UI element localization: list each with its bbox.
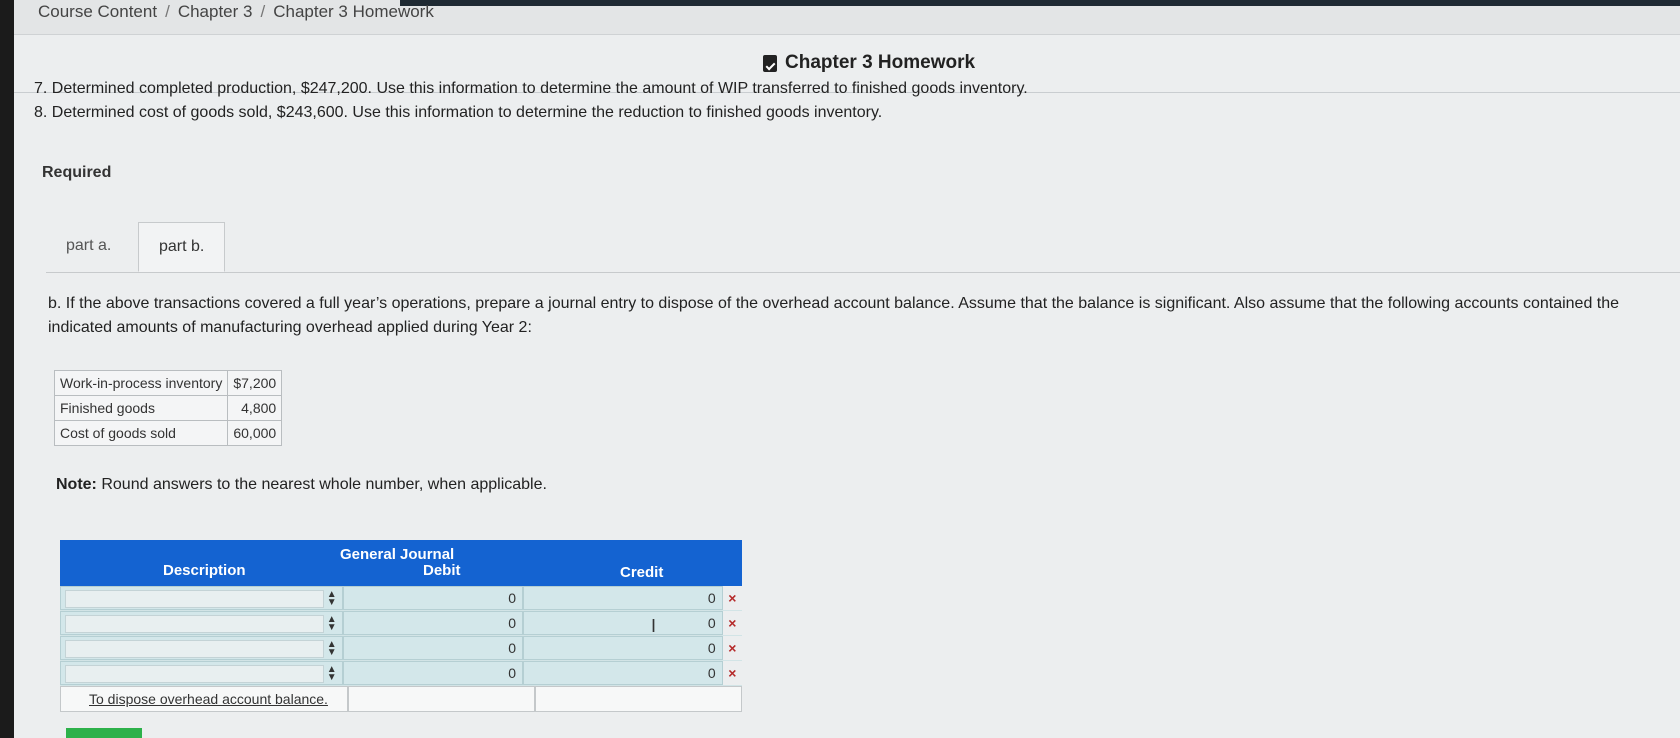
select-arrows-icon: ▲ ▼: [326, 589, 337, 608]
journal-row: ▲ ▼ 0 0 ×: [60, 661, 742, 686]
credit-input[interactable]: 0: [523, 611, 723, 635]
debit-input[interactable]: 0: [342, 636, 523, 660]
tab-part-b[interactable]: part b.: [138, 222, 226, 272]
breadcrumb-course-content[interactable]: Course Content: [38, 2, 157, 21]
breadcrumb-chapter[interactable]: Chapter 3: [178, 2, 253, 21]
required-heading: Required: [42, 164, 112, 181]
screen-bezel: [0, 0, 14, 738]
account-select-value: [65, 640, 324, 658]
select-arrows-icon: ▲ ▼: [326, 664, 337, 683]
part-b-instructions: b. If the above transactions covered a f…: [48, 295, 1620, 336]
account-name: Cost of goods sold: [53, 420, 229, 446]
breadcrumb-current: Chapter 3 Homework: [273, 2, 434, 21]
incorrect-icon: ×: [728, 615, 737, 631]
table-row: Finished goods 4,800: [53, 395, 283, 421]
header-strip: [400, 0, 1680, 6]
problem-item-7: 7. Determined completed production, $247…: [34, 80, 1028, 97]
assignment-title-text: Chapter 3 Homework: [785, 52, 976, 73]
account-amount: $7,200: [227, 370, 283, 396]
credit-input[interactable]: 0: [523, 636, 723, 660]
incorrect-icon: ×: [728, 590, 737, 606]
account-amount: 60,000: [227, 420, 283, 446]
memo-debit-blank: [348, 686, 536, 712]
account-name: Work-in-process inventory: [53, 370, 229, 396]
credit-input[interactable]: 0: [523, 586, 723, 610]
memo-credit-blank: [535, 686, 742, 712]
problem-item-8: 8. Determined cost of goods sold, $243,6…: [34, 104, 883, 121]
tab-part-a[interactable]: part a.: [46, 222, 131, 270]
account-select[interactable]: ▲ ▼: [60, 636, 343, 660]
journal-title: General Journal: [340, 546, 455, 563]
note-label: Note:: [56, 476, 97, 493]
account-amount: 4,800: [227, 395, 283, 421]
table-row: Work-in-process inventory $7,200: [53, 370, 283, 396]
account-select-value: [65, 615, 324, 633]
account-select-value: [65, 590, 324, 608]
select-arrows-icon: ▲ ▼: [326, 639, 337, 658]
rounding-note: Note: Round answers to the nearest whole…: [56, 476, 547, 494]
journal-row: ▲ ▼ 0 0 ×: [60, 611, 742, 636]
account-select-value: [65, 665, 324, 683]
text-cursor-icon: I: [651, 616, 657, 636]
account-select[interactable]: ▲ ▼: [60, 661, 343, 685]
assignment-doc-icon: [763, 54, 777, 72]
part-tabs: part a. part b.: [46, 222, 1680, 273]
memo-row: To dispose overhead account balance.: [60, 686, 742, 712]
journal-row: ▲ ▼ 0 0 ×: [60, 586, 742, 611]
credit-input[interactable]: 0: [523, 661, 723, 685]
breadcrumb: Course Content / Chapter 3 / Chapter 3 Homew…: [38, 2, 434, 22]
incorrect-icon: ×: [728, 665, 737, 681]
overhead-accounts-table: Work-in-process inventory $7,200 Finishe…: [53, 370, 283, 446]
journal-header: General Journal Description Debit Credit: [60, 540, 742, 586]
account-name: Finished goods: [53, 395, 229, 421]
submit-button[interactable]: [66, 728, 142, 738]
note-text: Round answers to the nearest whole numbe…: [101, 476, 547, 493]
table-row: Cost of goods sold 60,000: [53, 420, 283, 446]
header-credit: Credit: [620, 564, 664, 581]
journal-memo: To dispose overhead account balance.: [60, 686, 349, 712]
account-select[interactable]: ▲ ▼: [60, 586, 343, 610]
general-journal: General Journal Description Debit Credit…: [60, 540, 742, 712]
journal-row: ▲ ▼ 0 0 ×: [60, 636, 742, 661]
incorrect-icon: ×: [728, 640, 737, 656]
header-debit: Debit: [423, 562, 461, 579]
breadcrumb-separator: /: [260, 2, 266, 21]
account-select[interactable]: ▲ ▼: [60, 611, 343, 635]
select-arrows-icon: ▲ ▼: [326, 614, 337, 633]
assignment-title: Chapter 3 Homework: [763, 52, 975, 74]
debit-input[interactable]: 0: [342, 661, 523, 685]
debit-input[interactable]: 0: [342, 586, 523, 610]
breadcrumb-separator: /: [165, 2, 170, 21]
header-description: Description: [163, 562, 246, 579]
debit-input[interactable]: 0: [342, 611, 523, 635]
